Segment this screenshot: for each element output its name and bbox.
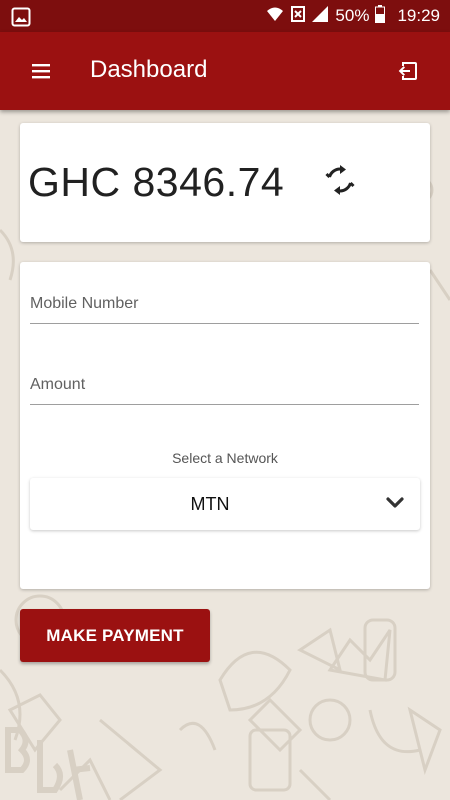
make-payment-button[interactable]: MAKE PAYMENT (20, 609, 210, 662)
amount-field-wrapper (30, 376, 419, 405)
page-title: Dashboard (90, 56, 208, 83)
battery-percent: 50% (335, 6, 370, 25)
app-bar: Dashboard (0, 32, 450, 110)
menu-icon[interactable] (28, 58, 54, 84)
network-selected-value: MTN (190, 494, 230, 514)
battery-icon (375, 4, 386, 28)
chevron-down-icon (386, 496, 404, 510)
balance-amount: GHC 8346.74 (28, 159, 285, 205)
data-icon (291, 5, 306, 28)
payment-form-card: Select a Network MTN (20, 262, 430, 589)
signal-icon (311, 5, 329, 28)
mobile-number-input[interactable] (30, 295, 419, 324)
logout-icon[interactable] (396, 59, 420, 83)
status-icons: 50% 19:29 (265, 0, 440, 32)
amount-input[interactable] (30, 376, 419, 405)
network-select[interactable]: MTN (30, 478, 420, 530)
gallery-notification-icon (11, 7, 31, 32)
status-bar: 50% 19:29 (0, 0, 450, 32)
clock: 19:29 (397, 6, 440, 25)
mobile-number-field-wrapper (30, 295, 419, 324)
balance-card: GHC 8346.74 (20, 123, 430, 242)
refresh-icon[interactable] (324, 164, 356, 196)
wifi-icon (265, 5, 285, 28)
network-label: Select a Network (172, 450, 278, 466)
